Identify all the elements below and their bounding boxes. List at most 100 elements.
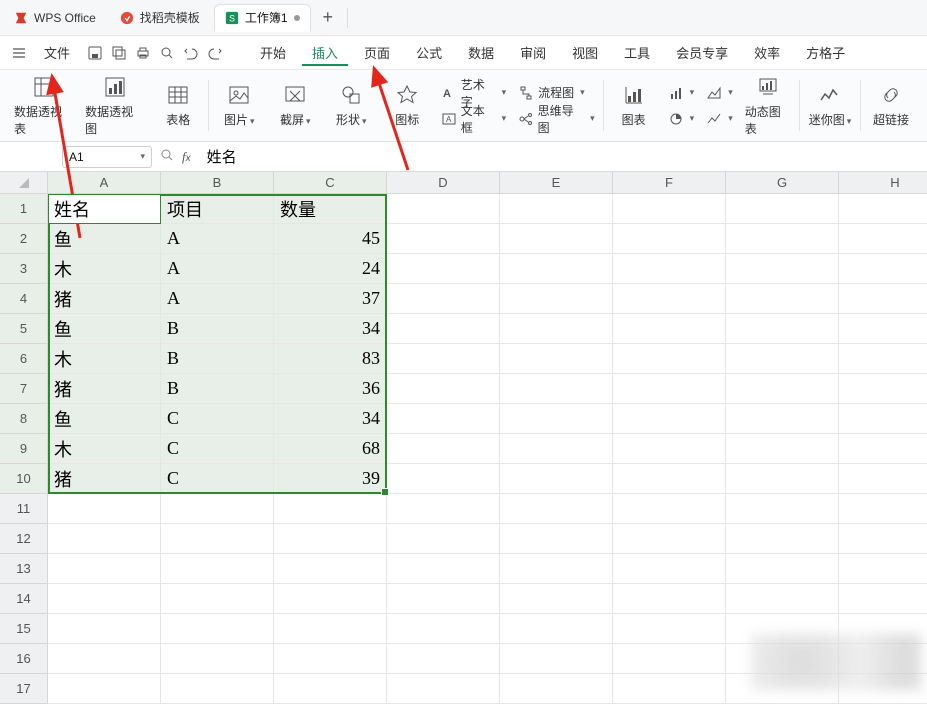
cell[interactable]: 猪 <box>48 374 161 404</box>
textbox-button[interactable]: A 文本框▾ <box>441 108 506 130</box>
cell[interactable]: 37 <box>274 284 387 314</box>
cell[interactable] <box>613 494 726 524</box>
menu-insert[interactable]: 插入 <box>302 39 348 66</box>
template-store-tab[interactable]: 找稻壳模板 <box>110 4 210 32</box>
cell[interactable]: 45 <box>274 224 387 254</box>
cell[interactable] <box>161 554 274 584</box>
cell[interactable] <box>839 224 927 254</box>
cell[interactable]: A <box>161 254 274 284</box>
save-icon[interactable] <box>86 44 104 62</box>
cell[interactable]: B <box>161 344 274 374</box>
cell[interactable] <box>613 224 726 254</box>
menu-tools[interactable]: 工具 <box>614 39 660 66</box>
cell[interactable]: A <box>161 284 274 314</box>
cell[interactable] <box>726 524 839 554</box>
column-header[interactable]: D <box>387 172 500 194</box>
print-icon[interactable] <box>134 44 152 62</box>
cell[interactable] <box>726 464 839 494</box>
column-header[interactable]: C <box>274 172 387 194</box>
cell[interactable] <box>387 284 500 314</box>
mini-chart-1[interactable]: ▾ <box>668 82 695 104</box>
name-box[interactable]: A1 ▾ <box>62 146 152 168</box>
cell[interactable] <box>839 284 927 314</box>
cell[interactable]: 68 <box>274 434 387 464</box>
cell[interactable] <box>726 194 839 224</box>
menu-icon[interactable] <box>10 44 28 62</box>
redo-icon[interactable] <box>206 44 224 62</box>
flowchart-button[interactable]: 流程图▾ <box>518 82 595 104</box>
cell[interactable]: 猪 <box>48 284 161 314</box>
cell[interactable] <box>839 374 927 404</box>
undo-icon[interactable] <box>182 44 200 62</box>
cell[interactable] <box>387 314 500 344</box>
cell[interactable] <box>161 524 274 554</box>
cell[interactable]: B <box>161 374 274 404</box>
cell[interactable] <box>839 584 927 614</box>
select-all-corner[interactable] <box>0 172 48 194</box>
cell[interactable] <box>161 584 274 614</box>
menu-start[interactable]: 开始 <box>250 39 296 66</box>
pivot-table-button[interactable]: 数据透视表 <box>14 75 73 137</box>
column-header[interactable]: E <box>500 172 613 194</box>
cell[interactable] <box>726 254 839 284</box>
cell[interactable]: 36 <box>274 374 387 404</box>
cell[interactable] <box>387 524 500 554</box>
cell[interactable] <box>500 554 613 584</box>
cell[interactable] <box>613 194 726 224</box>
cell[interactable] <box>274 644 387 674</box>
cell[interactable] <box>387 644 500 674</box>
cell[interactable] <box>387 434 500 464</box>
fx-icon[interactable]: fx <box>182 149 191 165</box>
row-header[interactable]: 11 <box>0 494 48 524</box>
cell[interactable] <box>500 374 613 404</box>
menu-review[interactable]: 审阅 <box>510 39 556 66</box>
cell[interactable] <box>839 194 927 224</box>
cell[interactable] <box>387 584 500 614</box>
file-menu[interactable]: 文件 <box>34 39 80 66</box>
cell[interactable] <box>274 554 387 584</box>
column-header[interactable]: G <box>726 172 839 194</box>
cell[interactable] <box>274 584 387 614</box>
cell[interactable]: 木 <box>48 344 161 374</box>
cell[interactable] <box>613 644 726 674</box>
cell[interactable] <box>726 554 839 584</box>
cell[interactable] <box>613 464 726 494</box>
cancel-icon[interactable] <box>160 148 174 165</box>
cell[interactable]: C <box>161 404 274 434</box>
cell[interactable] <box>500 494 613 524</box>
cell[interactable] <box>726 404 839 434</box>
cell[interactable] <box>48 614 161 644</box>
cell[interactable]: 猪 <box>48 464 161 494</box>
menu-page[interactable]: 页面 <box>354 39 400 66</box>
cell[interactable] <box>500 434 613 464</box>
cell[interactable] <box>726 314 839 344</box>
menu-formula[interactable]: 公式 <box>406 39 452 66</box>
cell[interactable] <box>839 524 927 554</box>
cell[interactable]: 项目 <box>161 194 274 224</box>
row-header[interactable]: 6 <box>0 344 48 374</box>
cell[interactable] <box>500 254 613 284</box>
cell[interactable]: 木 <box>48 254 161 284</box>
cell[interactable] <box>500 524 613 554</box>
cell[interactable] <box>839 404 927 434</box>
cell[interactable] <box>274 614 387 644</box>
chart-button[interactable]: 图表 <box>612 83 656 128</box>
new-tab-button[interactable]: + <box>315 7 342 28</box>
pivot-chart-button[interactable]: 数据透视图 <box>85 75 144 137</box>
cell[interactable]: 83 <box>274 344 387 374</box>
cell[interactable] <box>387 374 500 404</box>
hyperlink-button[interactable]: 超链接 <box>869 83 913 128</box>
cell[interactable] <box>274 524 387 554</box>
cell[interactable] <box>726 224 839 254</box>
row-header[interactable]: 12 <box>0 524 48 554</box>
row-header[interactable]: 10 <box>0 464 48 494</box>
cell[interactable] <box>161 644 274 674</box>
cell[interactable] <box>839 254 927 284</box>
cell[interactable]: 鱼 <box>48 404 161 434</box>
menu-efficiency[interactable]: 效率 <box>744 39 790 66</box>
cell[interactable] <box>500 644 613 674</box>
cell[interactable]: A <box>161 224 274 254</box>
cell[interactable] <box>726 344 839 374</box>
row-header[interactable]: 9 <box>0 434 48 464</box>
column-header[interactable]: B <box>161 172 274 194</box>
